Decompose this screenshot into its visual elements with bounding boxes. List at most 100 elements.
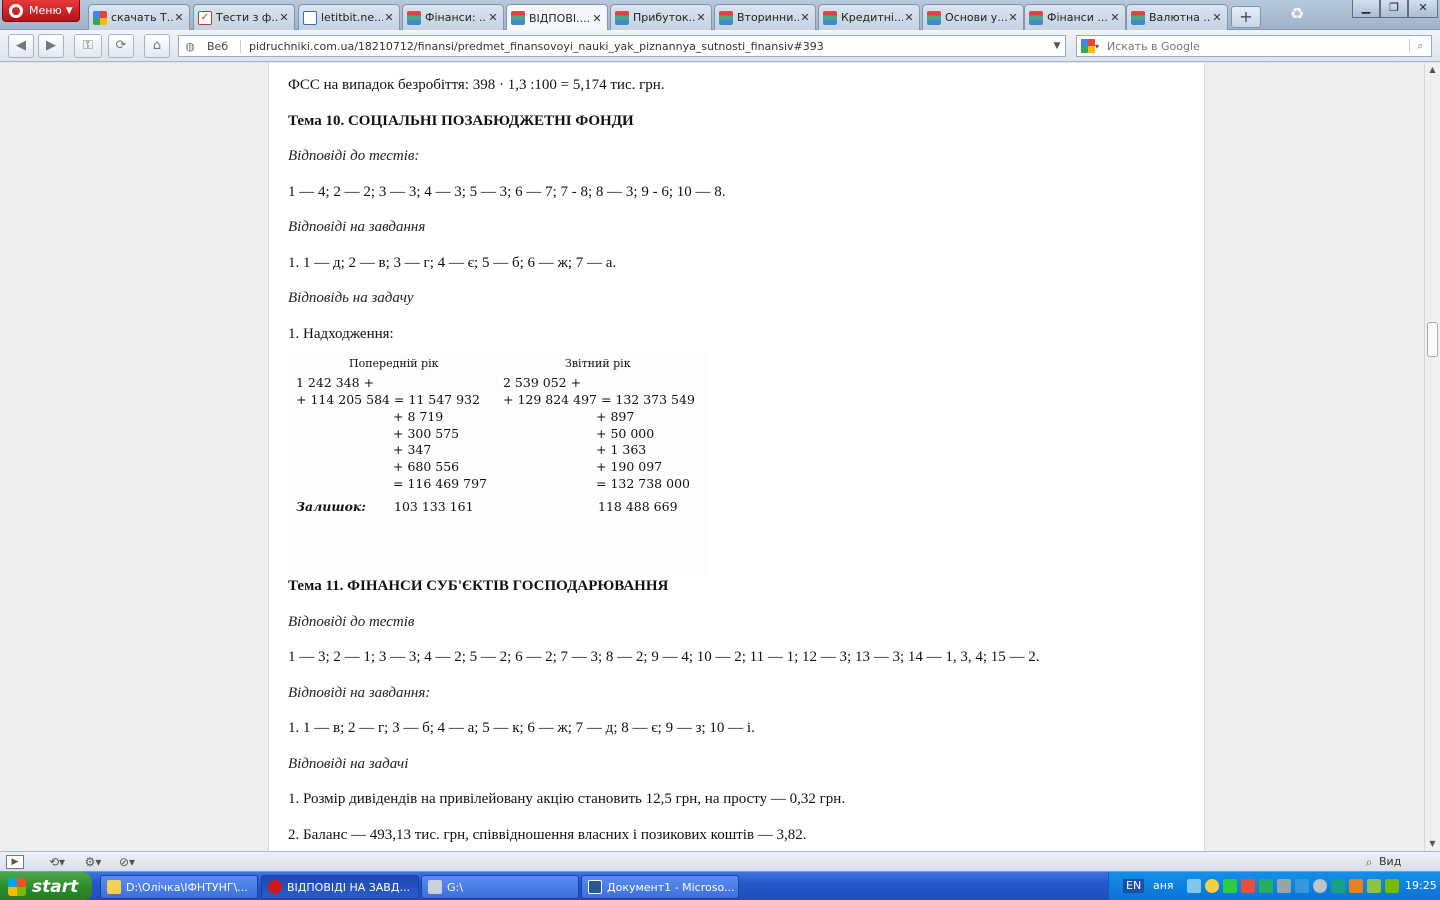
page-viewport: ФСС на випадок безробіття: 398 · 1,3 :10…: [0, 63, 1424, 851]
graphics-icon[interactable]: [1385, 879, 1399, 893]
shield-icon[interactable]: [1205, 879, 1219, 893]
nvidia-icon[interactable]: [1367, 879, 1381, 893]
prev-year-header: Попередній рік: [349, 357, 439, 370]
scroll-down-icon[interactable]: ▼: [1425, 837, 1440, 851]
close-icon[interactable]: ✕: [1007, 11, 1019, 24]
books-favicon-icon: [1131, 10, 1145, 25]
subheading: Відповіді на задачі: [288, 755, 409, 772]
taskbar-item-drive[interactable]: G:\: [421, 875, 579, 899]
reload-button[interactable]: ⟳: [108, 34, 134, 58]
restore-icon: ❐: [1389, 1, 1399, 14]
close-icon[interactable]: ✕: [591, 12, 603, 25]
address-bar[interactable]: ◍ Веб pidruchniki.com.ua/18210712/finans…: [178, 35, 1066, 57]
close-icon[interactable]: ✕: [278, 11, 290, 24]
tab-0[interactable]: скачать Т... ✕: [88, 4, 190, 30]
panel-toggle-icon[interactable]: ▶: [6, 855, 24, 869]
scroll-up-icon[interactable]: ▲: [1425, 63, 1440, 77]
taskbar-item-label: D:\Олічка\ІФНТУНГ\...: [126, 880, 248, 894]
tab-label: Фінанси: ...: [425, 11, 487, 24]
zoom-icon[interactable]: ⌕: [1362, 854, 1376, 870]
menu-label: Меню: [29, 4, 62, 17]
taskbar-item-explorer[interactable]: D:\Олічка\ІФНТУНГ\...: [100, 875, 258, 899]
network-icon[interactable]: [1187, 879, 1201, 893]
forward-button[interactable]: ▶: [38, 34, 64, 58]
text-line: ФСС на випадок безробіття: 398 · 1,3 :10…: [288, 77, 665, 93]
tab-10[interactable]: Валютна ... ✕: [1126, 4, 1228, 30]
tab-label: скачать Т...: [111, 11, 173, 24]
calc-curr-line: + 129 824 497 = 132 373 549: [503, 392, 695, 407]
text-line: 1 — 3; 2 — 1; 3 — 3; 4 — 2; 5 — 2; 6 — 2…: [288, 649, 1040, 665]
wand-button[interactable]: ⚿: [74, 34, 102, 58]
calc-prev-line: + 300 575: [393, 426, 460, 441]
opera-icon: [268, 880, 282, 894]
tab-7[interactable]: Кредитні... ✕: [818, 4, 920, 30]
text-line: 1 — 4; 2 — 2; 3 — 3; 4 — 3; 5 — 3; 6 — 7…: [288, 183, 726, 200]
text-line: 2. Баланс — 493,13 тис. грн, співвідноше…: [288, 826, 807, 843]
tab-5[interactable]: Прибуток... ✕: [610, 4, 712, 30]
close-icon[interactable]: ✕: [799, 11, 811, 24]
checkmark-favicon-icon: ✓: [198, 10, 212, 25]
green-app-icon[interactable]: [1223, 879, 1237, 893]
tab-label: Кредитні...: [841, 11, 903, 24]
tab-4-active[interactable]: ВІДПОВІ.... ✕: [506, 4, 608, 31]
home-button[interactable]: ⌂: [144, 34, 170, 58]
tool-icon[interactable]: [1277, 879, 1291, 893]
web-label: Веб: [201, 39, 241, 53]
vertical-scrollbar[interactable]: ▲ ▼: [1424, 63, 1440, 851]
new-tab-button[interactable]: +: [1231, 6, 1261, 28]
start-button[interactable]: start: [0, 872, 92, 900]
navigation-bar: ◀ ▶ ⚿ ⟳ ⌂ ◍ Веб pidruchniki.com.ua/18210…: [0, 30, 1440, 62]
search-box[interactable]: ▾ ⌕: [1076, 35, 1432, 57]
minimize-icon: ▁: [1361, 1, 1371, 14]
unite-icon[interactable]: ⚙▾: [80, 854, 106, 870]
text-line: 1. 1 — в; 2 — г; 3 — б; 4 — а; 5 — к; 6 …: [288, 720, 755, 736]
google-search-engine-icon[interactable]: ▾: [1077, 39, 1107, 53]
arrow-right-icon: ▶: [46, 38, 56, 53]
search-input[interactable]: [1107, 39, 1409, 53]
monitor-icon[interactable]: [1295, 879, 1309, 893]
close-icon[interactable]: ✕: [173, 11, 185, 24]
minimize-button[interactable]: ▁: [1352, 0, 1380, 18]
close-icon[interactable]: ✕: [487, 11, 499, 24]
chevron-down-icon[interactable]: ▼: [1049, 41, 1065, 51]
antivirus-icon[interactable]: [1241, 879, 1255, 893]
search-icon[interactable]: ⌕: [1409, 39, 1431, 53]
download-icon[interactable]: [1259, 879, 1273, 893]
close-icon[interactable]: ✕: [383, 11, 395, 24]
bluetooth-icon[interactable]: [1313, 879, 1327, 893]
url-text[interactable]: pidruchniki.com.ua/18210712/finansi/pred…: [241, 40, 1049, 53]
tab-1[interactable]: ✓ Тести з ф... ✕: [193, 4, 295, 30]
restore-button[interactable]: ❐: [1380, 0, 1408, 18]
close-icon[interactable]: ✕: [695, 11, 707, 24]
tab-6[interactable]: Вторинни... ✕: [714, 4, 816, 30]
drive-icon: [428, 880, 442, 894]
back-button[interactable]: ◀: [8, 34, 34, 58]
tab-label: Основи у...: [945, 11, 1007, 24]
language-indicator[interactable]: EN: [1123, 879, 1145, 893]
taskbar-item-word[interactable]: Документ1 - Microso...: [581, 875, 739, 899]
tab-9[interactable]: Фінанси ... ✕: [1024, 4, 1126, 30]
clock[interactable]: 19:25: [1405, 879, 1437, 893]
turbo-icon[interactable]: ⊘▾: [112, 854, 142, 870]
text-line: 1. Розмір дивідендів на привілейовану ак…: [288, 791, 846, 807]
opera-menu-button[interactable]: Меню ▼: [2, 0, 80, 22]
close-icon[interactable]: ✕: [1109, 11, 1121, 24]
close-icon[interactable]: ✕: [1211, 11, 1223, 24]
taskbar-item-opera[interactable]: ВІДПОВІДІ НА ЗАВД...: [261, 875, 419, 899]
calc-curr-line: + 190 097: [596, 459, 663, 474]
opera-logo-icon: [9, 3, 23, 18]
tab-8[interactable]: Основи у... ✕: [922, 4, 1024, 30]
trash-icon[interactable]: ♻: [1286, 4, 1308, 26]
taskbar-item-label: G:\: [447, 880, 463, 894]
tab-2[interactable]: letitbit.ne... ✕: [298, 4, 400, 30]
start-label: start: [32, 876, 79, 897]
sync-icon[interactable]: ⟲▾: [44, 854, 70, 870]
sync-tray-icon[interactable]: [1331, 879, 1345, 893]
close-window-button[interactable]: ✕: [1408, 0, 1438, 18]
tab-3[interactable]: Фінанси: ... ✕: [402, 4, 504, 30]
scrollbar-thumb[interactable]: [1427, 322, 1438, 357]
windows-taskbar: start D:\Олічка\ІФНТУНГ\... ВІДПОВІДІ НА…: [0, 871, 1440, 900]
volume-icon[interactable]: [1349, 879, 1363, 893]
close-icon[interactable]: ✕: [903, 11, 915, 24]
windows-logo-icon: [8, 877, 26, 896]
